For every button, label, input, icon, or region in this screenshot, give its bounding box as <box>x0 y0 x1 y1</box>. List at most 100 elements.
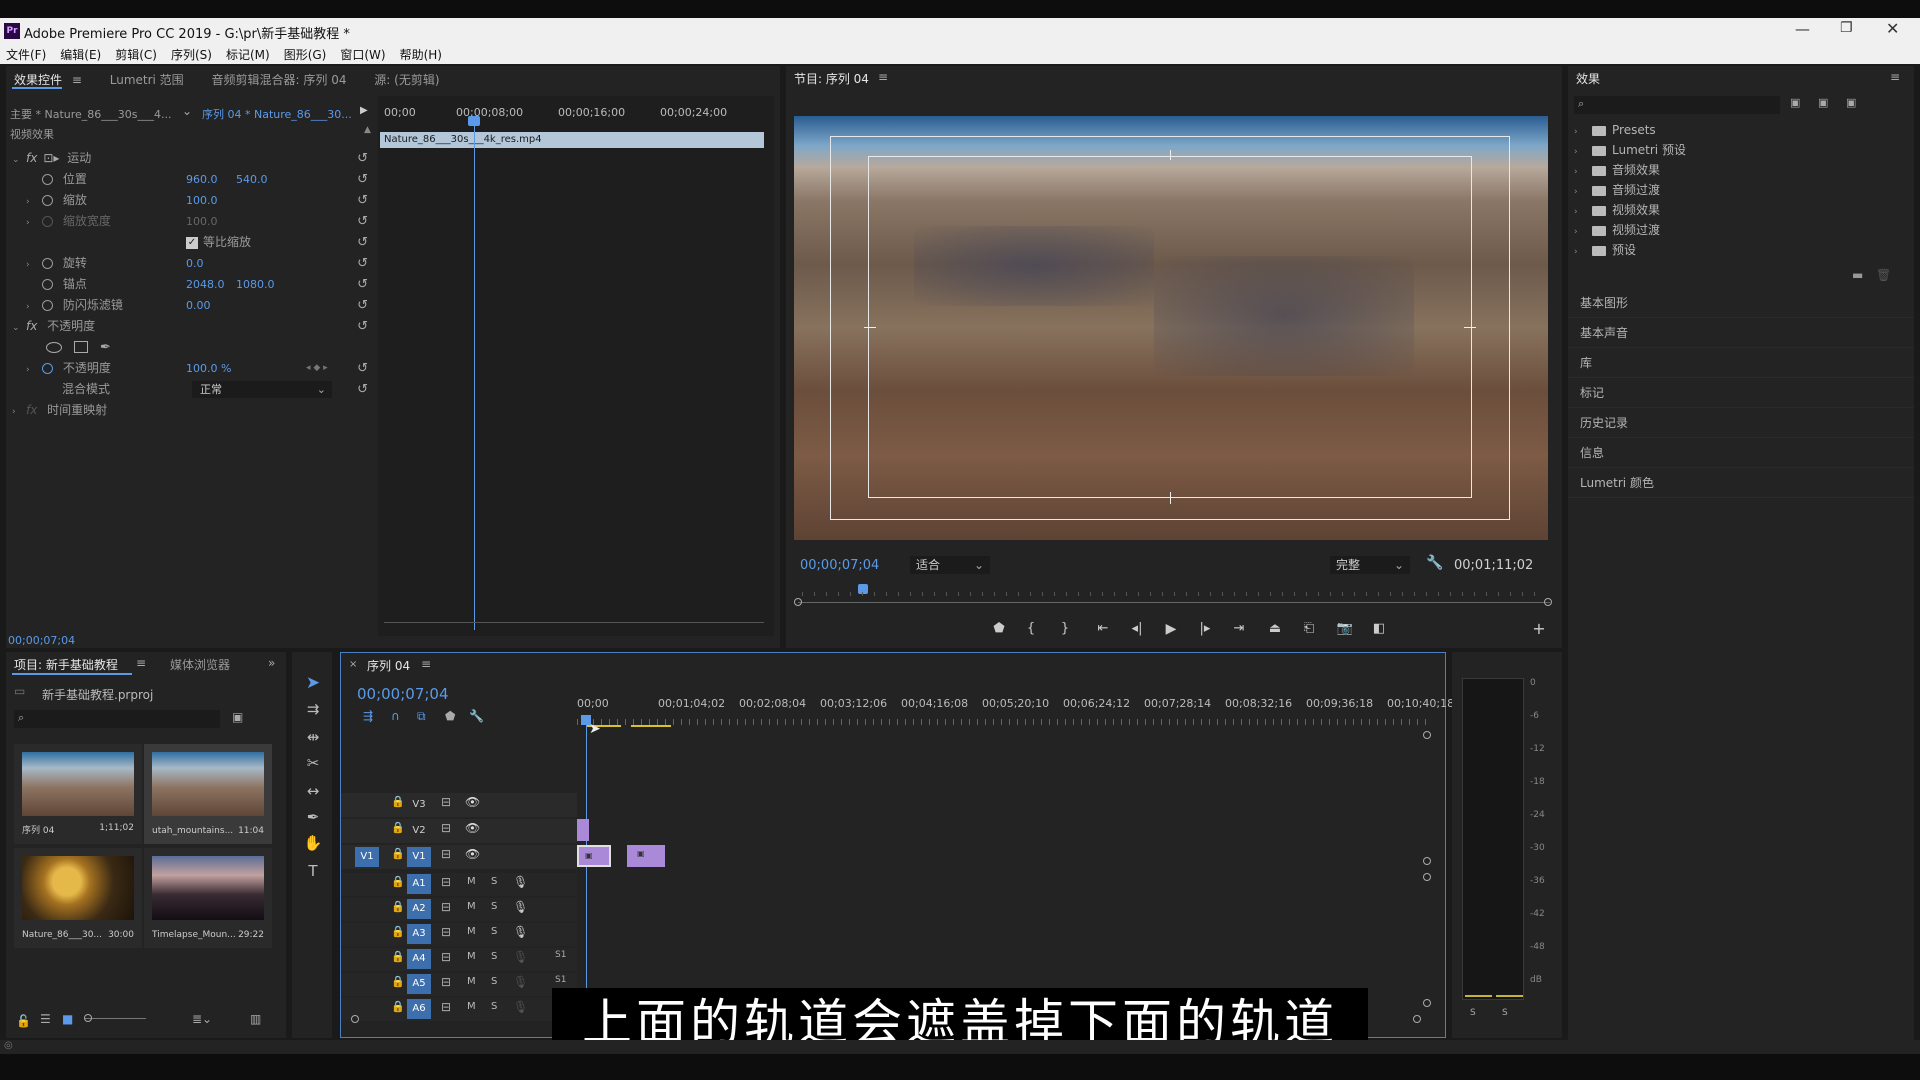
mute-button[interactable]: M <box>467 876 476 887</box>
microphone-icon[interactable]: 🎙 <box>513 900 528 914</box>
reset-icon[interactable]: ↺ <box>357 169 368 190</box>
mute-button[interactable]: M <box>467 976 476 987</box>
timeline-playhead[interactable] <box>586 725 587 1025</box>
close-tab-icon[interactable]: × <box>349 659 357 670</box>
panel-menu-icon[interactable]: ≡ <box>136 656 146 670</box>
effects-folder[interactable]: › Lumetri 预设 <box>1568 140 1908 160</box>
wrench-icon[interactable]: 🔧 <box>1426 555 1443 571</box>
effects-folder[interactable]: › 视频过渡 <box>1568 220 1908 240</box>
reset-icon[interactable]: ↺ <box>357 232 368 253</box>
reset-icon[interactable]: ↺ <box>357 148 368 169</box>
mute-button[interactable]: M <box>467 951 476 962</box>
collapsed-panel[interactable]: 库 <box>1568 348 1914 378</box>
effects-search-input[interactable]: ⌕ <box>1574 96 1780 114</box>
zoom-slider-handle[interactable] <box>84 1014 92 1022</box>
snap-icon[interactable]: ∩ <box>391 709 400 723</box>
solo-button[interactable]: S <box>491 951 497 962</box>
menu-item[interactable]: 文件(F) <box>6 48 46 62</box>
type-tool-icon[interactable]: T <box>300 858 326 884</box>
sync-lock-icon[interactable]: ⊟ <box>441 1000 451 1014</box>
clip-v2[interactable] <box>577 819 589 841</box>
tab-effect-controls[interactable]: 效果控件 <box>14 73 62 87</box>
menu-item[interactable]: 帮助(H) <box>400 48 442 62</box>
list-view-icon[interactable]: ☰ <box>40 1012 51 1026</box>
v-scroll-handle-top[interactable] <box>1423 731 1431 739</box>
thumbnail-nature[interactable]: Nature_86___30... 30:00 <box>14 848 142 948</box>
reset-icon[interactable]: ↺ <box>357 379 368 400</box>
clip-v1-selected[interactable]: ▣ <box>577 845 611 867</box>
automate-icon[interactable]: ▥ <box>250 1012 261 1026</box>
position-y-value[interactable]: 540.0 <box>236 169 268 190</box>
export-frame-icon[interactable]: 📷 <box>1332 618 1358 640</box>
solo-button[interactable]: S <box>491 901 497 912</box>
stopwatch-icon[interactable] <box>42 174 53 185</box>
master-clip-label[interactable]: 主要 * Nature_86___30s___4... <box>10 106 172 122</box>
position-x-value[interactable]: 960.0 <box>186 169 218 190</box>
thumbnail-utah[interactable]: utah_mountains... 11:04 <box>144 744 272 844</box>
panel-menu-icon[interactable]: ≡ <box>72 73 82 87</box>
panel-menu-icon[interactable]: ≡ <box>878 70 888 84</box>
track-label-audio[interactable]: A3 <box>407 924 431 944</box>
program-timecode[interactable]: 00;00;07;04 <box>800 558 879 573</box>
stopwatch-icon[interactable] <box>42 195 53 206</box>
menu-item[interactable]: 标记(M) <box>226 48 270 62</box>
track-label-v1[interactable]: V1 <box>407 847 431 867</box>
reset-icon[interactable]: ↺ <box>357 295 368 316</box>
close-icon[interactable]: ✕ <box>1886 19 1899 38</box>
sequence-clip-label[interactable]: 序列 04 * Nature_86___30... <box>202 106 352 122</box>
delete-icon[interactable]: 🗑 <box>1876 268 1891 282</box>
lock-icon[interactable]: 🔓 <box>16 1014 31 1028</box>
sync-lock-icon[interactable]: ⊟ <box>441 847 451 861</box>
hand-tool-icon[interactable]: ✋ <box>300 830 326 856</box>
stopwatch-icon[interactable] <box>42 258 53 269</box>
tab-lumetri-scopes[interactable]: Lumetri 范围 <box>110 73 184 87</box>
pen-mask-icon[interactable]: ✒ <box>100 337 111 358</box>
button-editor-plus-icon[interactable]: + <box>1526 618 1552 640</box>
video-frame[interactable] <box>794 116 1548 540</box>
sync-lock-icon[interactable]: ⊟ <box>441 795 451 809</box>
razor-tool-icon[interactable]: ✂ <box>300 750 326 776</box>
lock-icon[interactable]: 🔒 <box>391 821 405 834</box>
eye-icon[interactable]: 👁 <box>465 821 480 835</box>
anchor-y-value[interactable]: 1080.0 <box>236 274 275 295</box>
reset-icon[interactable]: ↺ <box>357 253 368 274</box>
microphone-icon[interactable]: 🎙 <box>513 1000 528 1014</box>
microphone-icon[interactable]: 🎙 <box>513 875 528 889</box>
ec-playhead-handle[interactable] <box>468 116 480 126</box>
menu-item[interactable]: 剪辑(C) <box>115 48 157 62</box>
reset-icon[interactable]: ↺ <box>357 274 368 295</box>
mute-button[interactable]: M <box>467 926 476 937</box>
32bit-effects-icon[interactable]: ▣ <box>1818 96 1828 109</box>
flicker-value[interactable]: 0.00 <box>186 295 211 316</box>
eye-icon[interactable]: 👁 <box>465 795 480 809</box>
effects-folder[interactable]: › 预设 <box>1568 240 1908 260</box>
sync-lock-icon[interactable]: ⊟ <box>441 950 451 964</box>
chevron-down-icon[interactable]: ⌄ <box>182 104 192 118</box>
effects-folder[interactable]: › Presets <box>1568 120 1908 140</box>
step-back-icon[interactable]: ◂| <box>1124 618 1150 640</box>
solo-button[interactable]: S <box>491 976 497 987</box>
timeline-ruler[interactable]: 00;00 00;01;04;02 00;02;08;04 00;03;12;06 00… <box>577 697 1454 713</box>
microphone-icon[interactable]: 🎙 <box>513 925 528 939</box>
go-to-out-icon[interactable]: ⇥ <box>1226 618 1252 640</box>
track-select-tool-icon[interactable]: ⇉ <box>300 696 326 722</box>
ec-zoom-bar[interactable] <box>384 622 764 623</box>
mark-in-icon[interactable]: { <box>1018 618 1044 640</box>
effects-folder[interactable]: › 音频效果 <box>1568 160 1908 180</box>
reset-icon[interactable]: ↺ <box>357 190 368 211</box>
rectangle-mask-icon[interactable] <box>74 341 88 353</box>
solo-button[interactable]: S <box>491 876 497 887</box>
ec-playhead[interactable] <box>474 120 475 630</box>
program-scrubber[interactable] <box>798 602 1550 603</box>
solo-left-button[interactable]: S <box>1470 1008 1476 1018</box>
opacity-value[interactable]: 100.0 % <box>186 358 231 379</box>
track-label-audio[interactable]: A1 <box>407 874 431 894</box>
scroll-up-icon[interactable]: ▲ <box>364 125 371 135</box>
go-to-in-icon[interactable]: ⇤ <box>1090 618 1116 640</box>
sync-lock-icon[interactable]: ⊟ <box>441 900 451 914</box>
project-search-input[interactable]: ⌕ <box>14 710 220 728</box>
track-label-audio[interactable]: A2 <box>407 899 431 919</box>
timeline-timecode[interactable]: 00;00;07;04 <box>357 685 449 703</box>
lift-icon[interactable]: ⏏ <box>1262 618 1288 640</box>
panel-menu-icon[interactable]: ≡ <box>421 657 431 671</box>
